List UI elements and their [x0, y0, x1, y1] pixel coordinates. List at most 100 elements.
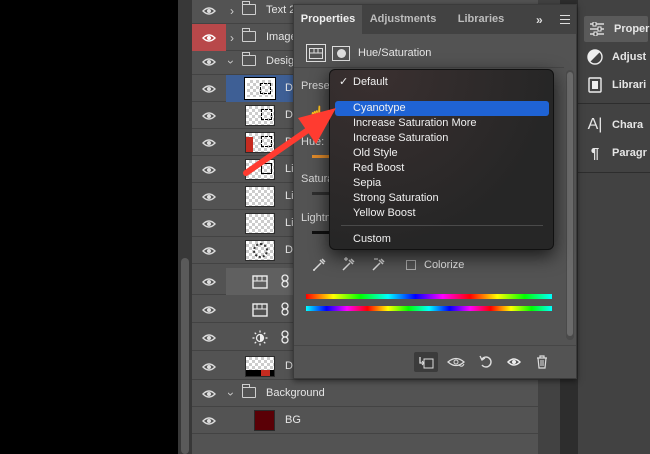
- libraries-icon: [586, 76, 604, 94]
- visibility-eye-icon[interactable]: [192, 156, 226, 183]
- properties-title: Hue/Saturation: [358, 47, 432, 59]
- reset-icon[interactable]: [474, 352, 498, 372]
- dock-item-libraries[interactable]: Librari: [586, 72, 650, 98]
- dock-item-adjustments[interactable]: Adjust: [586, 44, 650, 70]
- layer-row[interactable]: BG: [192, 407, 538, 434]
- hue-saturation-icon[interactable]: [251, 273, 269, 290]
- layer-thumbnail[interactable]: [245, 159, 275, 180]
- chevron-right-icon[interactable]: ›: [230, 31, 234, 45]
- layer-thumbnail[interactable]: [244, 77, 276, 100]
- colorize-label: Colorize: [424, 259, 465, 271]
- chevron-right-icon[interactable]: ›: [230, 4, 234, 18]
- visibility-eye-icon[interactable]: [192, 24, 226, 51]
- canvas-scrollbar[interactable]: [178, 0, 192, 454]
- layer-mask-icon[interactable]: [332, 45, 350, 61]
- visibility-eye-icon[interactable]: [192, 296, 226, 323]
- visibility-eye-icon[interactable]: [192, 210, 226, 237]
- visibility-eye-icon[interactable]: [192, 380, 226, 407]
- properties-header: Hue/Saturation: [306, 42, 431, 64]
- layer-thumbnail[interactable]: [245, 356, 275, 377]
- visibility-eye-icon[interactable]: [192, 407, 226, 434]
- hue-saturation-icon: [306, 44, 326, 62]
- trash-icon[interactable]: [530, 352, 554, 372]
- visibility-eye-icon[interactable]: [192, 129, 226, 156]
- layer-thumbnail[interactable]: [245, 240, 275, 261]
- visibility-eye-icon[interactable]: [192, 237, 226, 264]
- tab-libraries[interactable]: Libraries: [446, 5, 516, 34]
- brightness-icon[interactable]: [251, 329, 269, 346]
- preset-option-cyanotype[interactable]: Cyanotype: [335, 101, 549, 116]
- preset-option-red-boost[interactable]: Red Boost: [335, 161, 549, 176]
- scrollbar-thumb[interactable]: [567, 72, 573, 336]
- visibility-eye-icon[interactable]: [192, 0, 226, 24]
- preset-option-label: Custom: [353, 233, 391, 245]
- chevron-down-icon[interactable]: ›: [224, 60, 238, 64]
- preset-option-label: Increase Saturation: [353, 132, 449, 144]
- link-icon[interactable]: [280, 330, 290, 344]
- folder-icon: [242, 1, 256, 15]
- canvas-area: [0, 0, 178, 454]
- toggle-visibility-icon[interactable]: [502, 352, 526, 372]
- preset-option-yellow-boost[interactable]: Yellow Boost: [335, 206, 549, 221]
- tab-adjustments[interactable]: Adjustments: [362, 5, 444, 34]
- visibility-eye-icon[interactable]: [192, 48, 226, 75]
- preset-option-old-style[interactable]: Old Style: [335, 146, 549, 161]
- preset-option-label: Sepia: [353, 177, 382, 189]
- layer-thumbnail[interactable]: [245, 186, 275, 207]
- more-tabs-icon[interactable]: »: [536, 13, 543, 27]
- targeted-adjustment-icon[interactable]: ☝: [308, 105, 325, 122]
- dock-label: Chara: [612, 119, 644, 131]
- view-previous-state-icon[interactable]: [444, 352, 468, 372]
- preset-option-sepia[interactable]: Sepia: [335, 176, 549, 191]
- hue-saturation-icon[interactable]: [251, 301, 269, 318]
- preset-option-custom[interactable]: Custom: [335, 232, 549, 247]
- visibility-eye-icon[interactable]: [192, 268, 226, 295]
- dock-item-paragraph[interactable]: ¶ Paragr: [586, 140, 650, 166]
- preset-option-strong-saturation[interactable]: Strong Saturation: [335, 191, 549, 206]
- preset-option-label: Old Style: [353, 147, 398, 159]
- hue-slider[interactable]: [312, 155, 330, 158]
- character-icon: A|: [587, 116, 603, 133]
- link-icon[interactable]: [280, 274, 290, 288]
- layer-name: Image: [266, 31, 296, 43]
- eyedropper-minus-icon[interactable]: [368, 255, 390, 275]
- visibility-eye-icon[interactable]: [192, 324, 226, 351]
- folder-icon: [242, 28, 256, 42]
- paragraph-icon: ¶: [590, 144, 600, 162]
- preset-option-increase-saturation-more[interactable]: Increase Saturation More: [335, 116, 549, 131]
- eyedropper-tools: Colorize: [308, 255, 464, 275]
- chevron-down-icon[interactable]: ›: [224, 392, 238, 396]
- colorize-checkbox[interactable]: [406, 260, 416, 270]
- preset-option-label: Cyanotype: [353, 102, 406, 114]
- dock-divider: [578, 172, 650, 173]
- eyedropper-icon[interactable]: [308, 255, 330, 275]
- scrollbar-thumb[interactable]: [181, 258, 189, 454]
- check-icon: ✓: [339, 76, 349, 88]
- preset-option-label: Yellow Boost: [353, 207, 416, 219]
- preset-option-default[interactable]: ✓ Default: [335, 75, 549, 90]
- layer-row[interactable]: › Background: [192, 380, 538, 407]
- layer-name: Text 2: [266, 4, 296, 16]
- preset-option-label: Default: [353, 76, 388, 88]
- visibility-eye-icon[interactable]: [192, 75, 226, 102]
- preset-option-increase-saturation[interactable]: Increase Saturation: [335, 131, 549, 146]
- link-icon[interactable]: [280, 302, 290, 316]
- layer-thumbnail[interactable]: [245, 213, 275, 234]
- dock-item-character[interactable]: A| Chara: [586, 112, 650, 138]
- menu-separator: [341, 225, 543, 226]
- layer-thumbnail[interactable]: [245, 132, 275, 153]
- panel-menu-icon[interactable]: [560, 15, 570, 24]
- eyedropper-plus-icon[interactable]: [338, 255, 360, 275]
- clip-to-layer-icon[interactable]: [414, 352, 438, 372]
- color-fill-thumbnail[interactable]: [254, 410, 275, 431]
- properties-scrollbar[interactable]: [566, 70, 574, 340]
- dock-item-properties[interactable]: Proper: [584, 16, 649, 42]
- lightness-slider[interactable]: [312, 231, 330, 234]
- properties-icon: [588, 20, 606, 38]
- saturation-slider[interactable]: [312, 192, 330, 195]
- visibility-eye-icon[interactable]: [192, 353, 226, 380]
- visibility-eye-icon[interactable]: [192, 102, 226, 129]
- tab-properties[interactable]: Properties: [294, 5, 362, 34]
- visibility-eye-icon[interactable]: [192, 183, 226, 210]
- layer-thumbnail[interactable]: [245, 105, 275, 126]
